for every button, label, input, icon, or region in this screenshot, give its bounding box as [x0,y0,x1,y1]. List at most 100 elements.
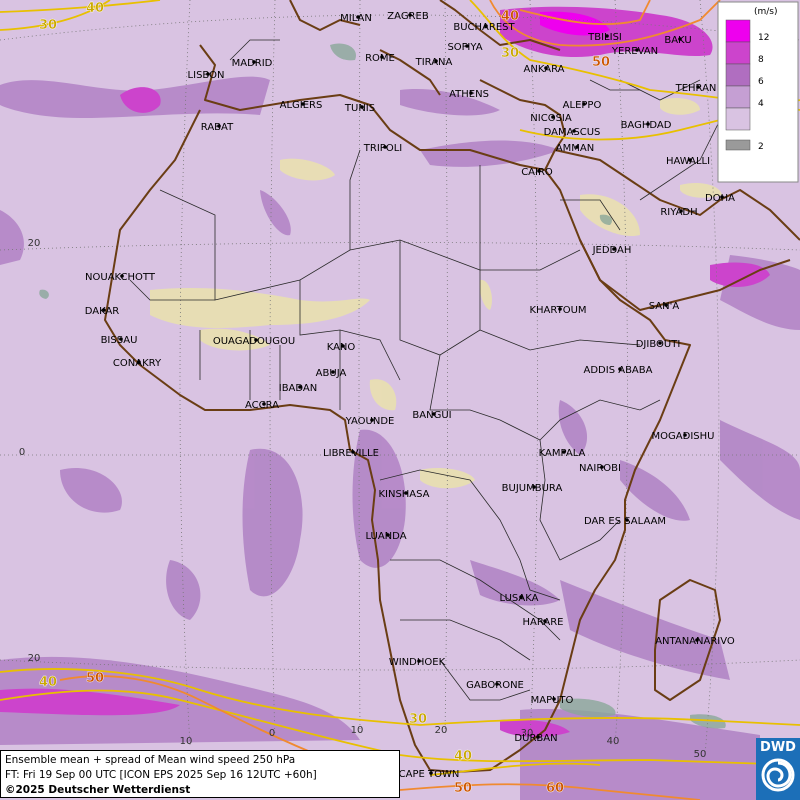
city-label: JEDDAH [592,245,632,256]
grid-label: 0 [19,447,25,458]
city-label: CAIRO [521,167,553,178]
grid-label: 20 [28,653,41,664]
city-label: ALEPPO [563,100,602,111]
city-label: RIYADH [660,207,697,218]
city-yerevan: YEREVAN [611,46,658,57]
city-label: LISBON [188,70,225,81]
city-damascus: DAMASCUS [544,127,601,138]
city-label: CAPE TOWN [399,769,460,780]
city-yaounde: YAOUNDE [345,416,395,427]
city-label: GABORONE [466,680,524,691]
city-dakar: DAKAR [85,306,120,317]
legend-swatch [725,19,751,43]
legend-swatch [725,139,751,151]
contour-label: 30 [39,18,57,33]
city-lisbon: LISBON [188,70,225,81]
city-bucharest: BUCHAREST [453,22,515,33]
city-label: BISSAU [101,335,138,346]
city-label: KHARTOUM [529,305,586,316]
city-kampala: KAMPALA [539,448,586,459]
city-san-a: SAN'A [649,301,680,312]
contour-label: 60 [546,781,564,796]
city-khartoum: KHARTOUM [529,305,586,316]
city-zagreb: ZAGREB [387,11,429,22]
grid-label: 10 [351,725,364,736]
city-cape-town: CAPE TOWN [399,769,460,780]
city-algiers: ALGIERS [280,100,323,111]
city-ibadan: IBADAN [279,383,318,394]
city-sofiya: SOFIYA [447,42,482,53]
city-bissau: BISSAU [101,335,138,346]
city-label: HAWALLI [666,156,710,167]
city-label: ANKARA [524,64,565,75]
city-label: DJIBOUTI [636,339,681,350]
city-bangui: BANGUI [412,410,451,421]
city-mogadishu: MOGADISHU [652,431,715,442]
contour-label: 30 [501,46,519,61]
city-label: BUCHAREST [453,22,515,33]
contour-label: 50 [454,781,472,796]
city-baghdad: BAGHDAD [621,120,672,131]
city-accra: ACCRA [245,400,279,411]
city-gaborone: GABORONE [466,680,524,691]
city-label: ZAGREB [387,11,429,22]
contour-label: 30 [409,712,427,727]
city-bujumbura: BUJUMBURA [502,483,563,494]
grid-label: 50 [694,749,707,760]
city-label: DOHA [705,193,735,204]
city-label: LUANDA [365,531,406,542]
city-djibouti: DJIBOUTI [636,339,681,350]
city-hawalli: HAWALLI [666,156,710,167]
legend-swatch [725,107,751,131]
city-label: TRIPOLI [363,143,402,154]
city-luanda: LUANDA [365,531,406,542]
legend-swatch [725,85,751,109]
city-tbilisi: TBILISI [587,32,622,43]
grid-label: 0 [269,728,275,739]
contour-label: 40 [86,1,104,16]
city-label: LUSAKA [500,593,539,604]
grid-label: 40 [607,736,620,747]
city-label: ABUJA [316,368,347,379]
city-label: TEHRAN [675,83,717,94]
city-label: ACCRA [245,400,279,411]
grid-label: 20 [28,238,41,249]
contour-label: 40 [454,749,472,764]
city-label: BAKU [664,35,691,46]
legend-unit: (m/s) [754,7,778,17]
city-label: MAPUTO [531,695,574,706]
city-label: ATHENS [449,89,489,100]
city-jeddah: JEDDAH [592,245,632,256]
legend-level-label: 2 [758,142,764,152]
city-label: SOFIYA [447,42,482,53]
city-label: CONAKRY [113,358,162,369]
city-ankara: ANKARA [524,64,565,75]
city-label: ALGIERS [280,100,323,111]
city-label: TUNIS [344,103,375,114]
city-label: DAMASCUS [544,127,601,138]
city-label: OUAGADOUGOU [213,336,295,347]
legend-swatch [725,41,751,65]
city-label: WINDHOEK [389,657,446,668]
city-baku: BAKU [664,35,691,46]
city-label: TBILISI [587,32,622,43]
city-maputo: MAPUTO [531,695,574,706]
city-lusaka: LUSAKA [500,593,539,604]
grid-label: 20 [435,725,448,736]
city-label: KINSHASA [378,489,429,500]
city-tehran: TEHRAN [675,83,717,94]
legend-level-label: 4 [758,99,764,109]
legend-swatch [725,63,751,87]
city-label: MOGADISHU [652,431,715,442]
grid-label: 10 [180,736,193,747]
city-label: IBADAN [279,383,318,394]
city-label: TIRANA [415,57,453,68]
city-label: MILAN [340,13,372,24]
city-label: MADRID [232,58,273,69]
city-label: BAGHDAD [621,120,672,131]
city-harare: HARARE [522,617,563,628]
contour-label: 40 [39,675,57,690]
city-label: KANO [327,342,356,353]
city-conakry: CONAKRY [113,358,162,369]
city-nicosia: NICOSIA [530,113,572,124]
